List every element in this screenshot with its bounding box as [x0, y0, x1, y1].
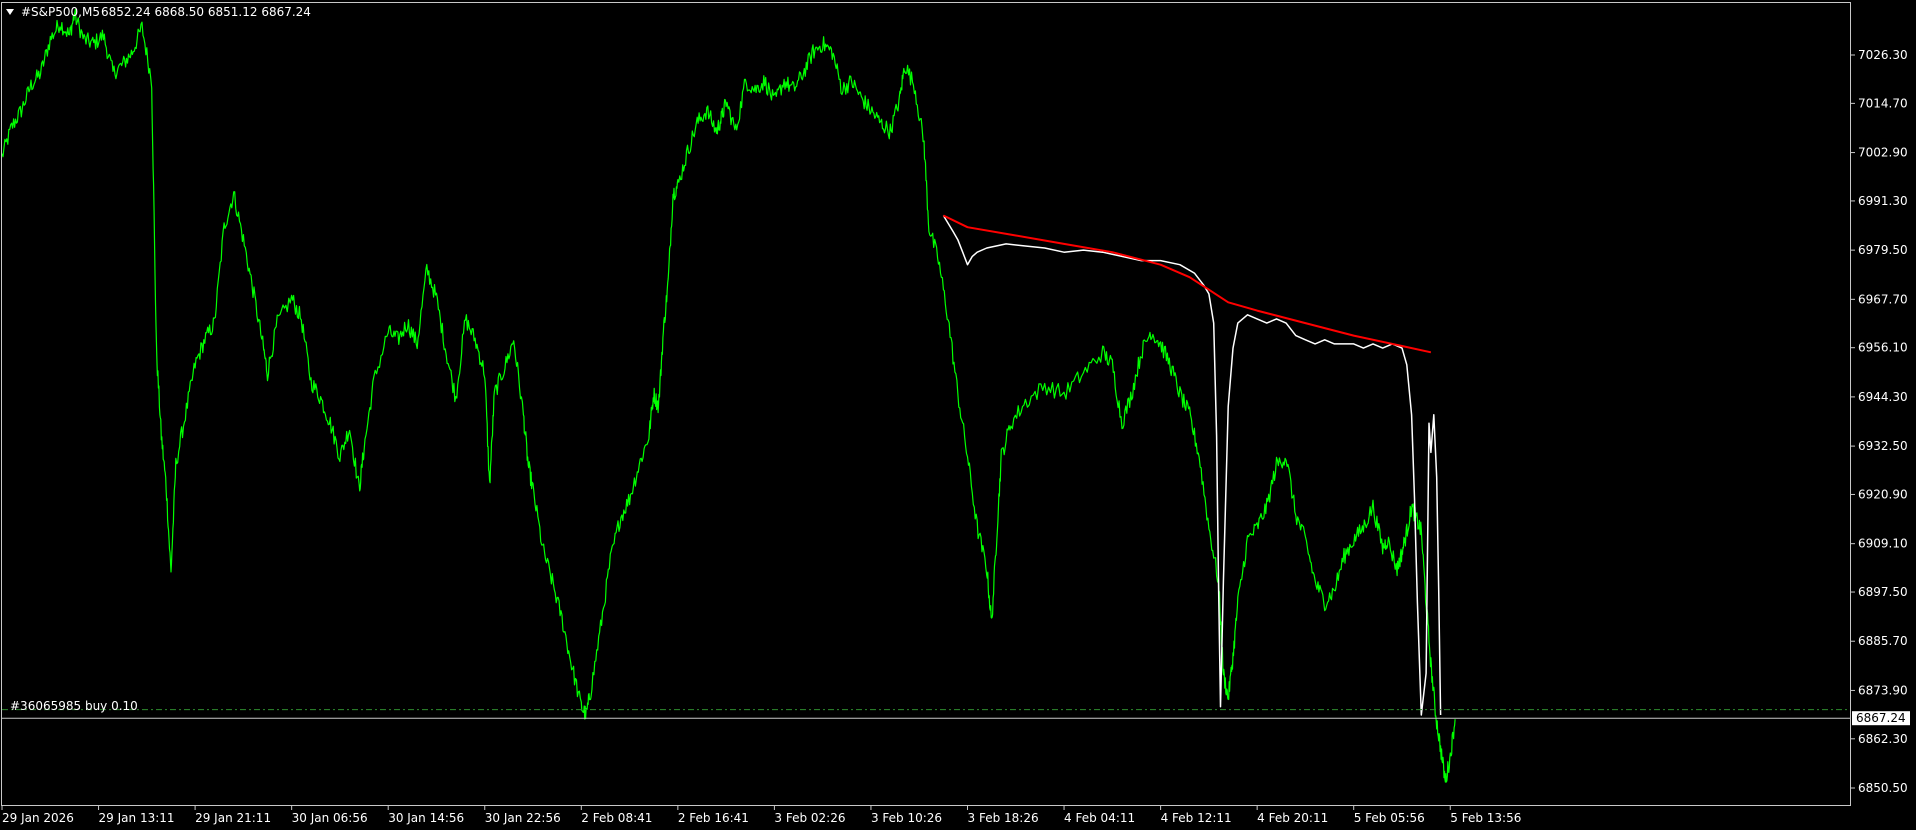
- symbol-label: #S&P500,M5: [21, 5, 100, 19]
- x-tick-label: 3 Feb 18:26: [968, 811, 1039, 825]
- x-tick-label: 30 Jan 14:56: [388, 811, 464, 825]
- x-tick-label: 4 Feb 12:11: [1161, 811, 1232, 825]
- x-tick-label: 29 Jan 2026: [2, 811, 74, 825]
- y-tick-label: 6897.50: [1858, 585, 1908, 599]
- y-tick-label: 6991.30: [1858, 194, 1908, 208]
- y-tick-label: 6967.70: [1858, 292, 1908, 306]
- y-tick-label: 7014.70: [1858, 96, 1908, 110]
- x-tick-label: 4 Feb 04:11: [1064, 811, 1135, 825]
- x-tick-label: 30 Jan 06:56: [292, 811, 368, 825]
- y-tick-label: 6862.30: [1858, 732, 1908, 746]
- y-tick-label: 6956.10: [1858, 341, 1908, 355]
- y-tick-label: 7002.90: [1858, 146, 1908, 160]
- x-tick-label: 4 Feb 20:11: [1257, 811, 1328, 825]
- chart-background: [0, 0, 1916, 830]
- y-tick-label: 6920.90: [1858, 487, 1908, 501]
- ohlc-values: 6852.24 6868.50 6851.12 6867.24: [101, 5, 311, 19]
- y-tick-label: 6944.30: [1858, 390, 1908, 404]
- y-tick-label: 7026.30: [1858, 48, 1908, 62]
- x-tick-label: 29 Jan 21:11: [195, 811, 271, 825]
- price-chart: #S&P500,M5 6852.24 6868.50 6851.12 6867.…: [0, 0, 1916, 830]
- y-tick-label: 6909.10: [1858, 537, 1908, 551]
- y-tick-label: 6979.50: [1858, 243, 1908, 257]
- x-tick-label: 5 Feb 13:56: [1450, 811, 1521, 825]
- y-tick-label: 6932.50: [1858, 439, 1908, 453]
- y-tick-label: 6885.70: [1858, 634, 1908, 648]
- chart-window: #S&P500,M5 6852.24 6868.50 6851.12 6867.…: [0, 0, 1916, 830]
- x-tick-label: 2 Feb 08:41: [581, 811, 652, 825]
- x-tick-label: 3 Feb 02:26: [774, 811, 845, 825]
- x-tick-label: 2 Feb 16:41: [678, 811, 749, 825]
- y-tick-label: 6850.50: [1858, 781, 1908, 795]
- x-tick-label: 29 Jan 13:11: [99, 811, 175, 825]
- current-price-label: 6867.24: [1856, 711, 1906, 725]
- x-tick-label: 30 Jan 22:56: [485, 811, 561, 825]
- order-line-label[interactable]: #36065985 buy 0.10: [10, 699, 138, 713]
- y-tick-label: 6873.90: [1858, 683, 1908, 697]
- x-tick-label: 5 Feb 05:56: [1354, 811, 1425, 825]
- x-tick-label: 3 Feb 10:26: [871, 811, 942, 825]
